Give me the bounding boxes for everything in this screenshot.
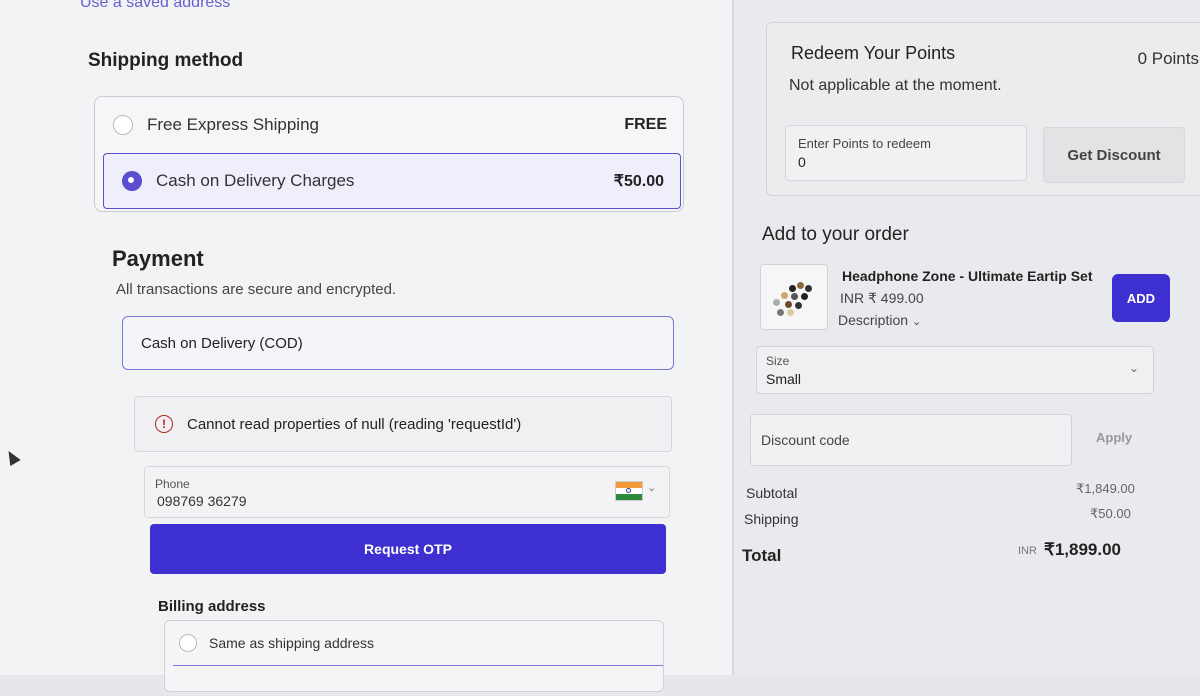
phone-label: Phone [155,477,190,491]
shipping-value: ₹50.00 [1090,506,1131,521]
shipping-option-price: FREE [624,116,667,133]
chevron-down-icon: ⌄ [1128,361,1139,375]
payment-subtitle: All transactions are secure and encrypte… [116,281,397,298]
radio-cod-charges[interactable] [122,171,142,191]
billing-same-as-shipping[interactable]: Same as shipping address [165,621,663,665]
discount-placeholder: Discount code [761,432,850,448]
subtotal-label: Subtotal [746,485,798,501]
redeem-title: Redeem Your Points [791,43,956,63]
points-input[interactable]: Enter Points to redeem 0 [785,125,1027,181]
radio-free-shipping[interactable] [113,115,133,135]
size-label: Size [766,354,790,368]
product-thumbnail [760,264,828,330]
total-currency: INR [1018,545,1037,557]
points-input-value[interactable]: 0 [798,154,806,170]
payment-method-label: Cash on Delivery (COD) [141,334,303,352]
points-input-label: Enter Points to redeem [798,136,931,151]
add-product-button[interactable]: ADD [1112,274,1170,322]
error-message: ! Cannot read properties of null (readin… [134,396,672,452]
phone-value[interactable]: 098769 36279 [157,493,247,509]
redeem-subtitle: Not applicable at the moment. [789,77,1002,94]
radio-same-address[interactable] [179,634,197,652]
billing-option-label: Same as shipping address [209,635,374,651]
shipping-option-price: ₹50.00 [613,173,664,190]
error-text: Cannot read properties of null (reading … [187,415,522,433]
shipping-option-cod[interactable]: Cash on Delivery Charges ₹50.00 [103,153,681,209]
size-value: Small [766,371,802,387]
request-otp-button[interactable]: Request OTP [150,524,666,574]
chevron-down-icon: ⌄ [912,316,922,328]
total-label: Total [742,546,782,565]
billing-address-title: Billing address [158,598,266,615]
payment-method-cod[interactable]: Cash on Delivery (COD) [122,316,674,370]
redeem-points-card: Redeem Your Points 0 Points Not applicab… [766,22,1200,196]
product-name: Headphone Zone - Ultimate Eartip Set [842,268,1093,284]
product-description-toggle[interactable]: Description ⌄ [838,312,921,328]
get-discount-button[interactable]: Get Discount [1043,127,1185,183]
shipping-option-label: Cash on Delivery Charges [156,171,355,190]
discount-code-input[interactable]: Discount code [750,414,1072,466]
shipping-method-title: Shipping method [88,50,244,71]
india-flag-icon[interactable] [615,481,643,501]
description-label: Description [838,312,909,328]
shipping-label: Shipping [744,511,799,527]
add-to-order-title: Add to your order [762,224,909,245]
shipping-option-free[interactable]: Free Express Shipping FREE [95,97,683,153]
apply-discount-button[interactable]: Apply [1096,430,1132,445]
payment-title: Payment [112,246,204,271]
use-saved-address-link[interactable]: Use a saved address [80,0,230,12]
phone-field[interactable]: Phone 098769 36279 ⌄ [144,466,670,518]
error-icon: ! [155,415,173,433]
size-select[interactable]: Size Small ⌄ [756,346,1154,394]
points-balance: 0 Points [1137,49,1199,68]
billing-different-option[interactable] [173,665,663,696]
shipping-options: Free Express Shipping FREE Cash on Deliv… [94,96,684,212]
shipping-option-label: Free Express Shipping [147,115,319,134]
billing-options: Same as shipping address [164,620,664,692]
total-value: ₹1,899.00 [1044,540,1121,559]
subtotal-value: ₹1,849.00 [1076,481,1135,496]
product-price: INR ₹ 499.00 [840,290,924,306]
chevron-down-icon[interactable]: ⌄ [647,481,656,494]
